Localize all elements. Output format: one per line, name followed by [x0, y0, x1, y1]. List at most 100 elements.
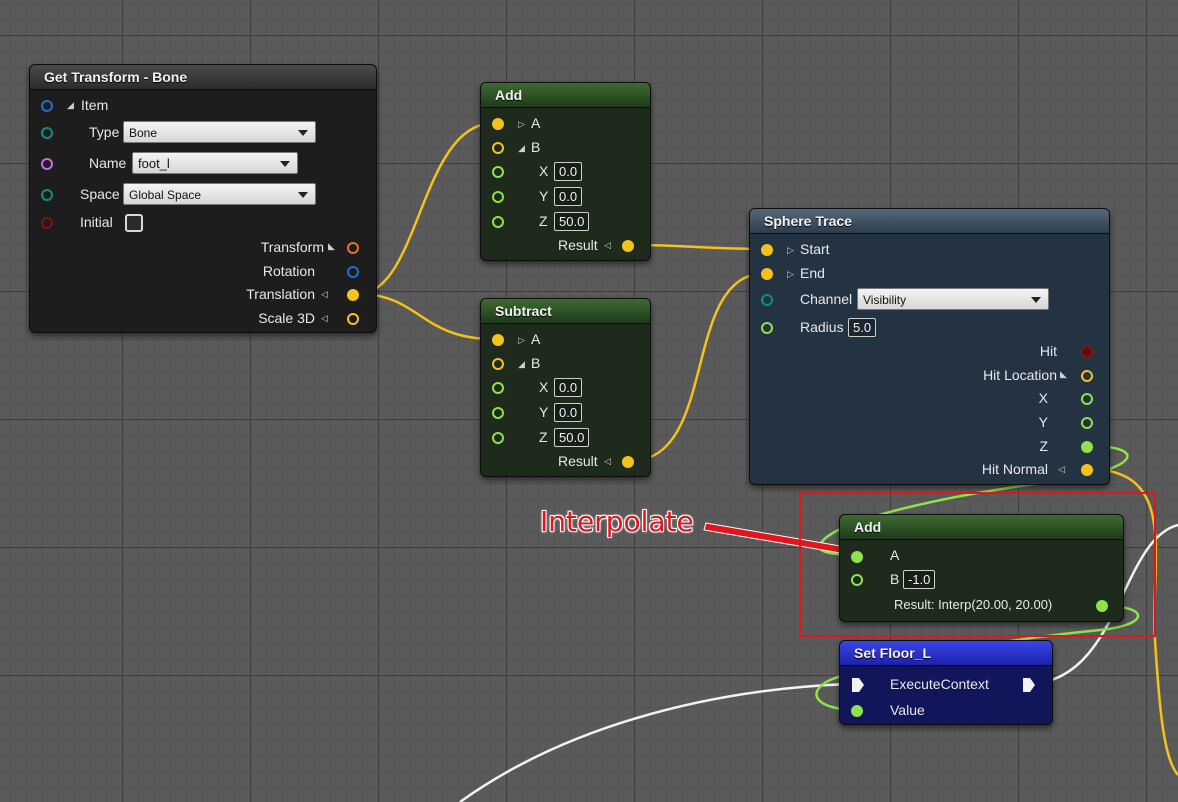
chevron-down-icon: [298, 192, 308, 198]
name-pin[interactable]: [41, 158, 53, 170]
initial-pin[interactable]: [41, 217, 53, 229]
hit-normal-label: Hit Normal: [981, 461, 1048, 477]
x-out-label: X: [1038, 390, 1048, 406]
subtract-vector-node[interactable]: Subtract ▷ A ◢ B X 0.0 Y 0.0 Z 50.0 Resu…: [480, 298, 651, 477]
name-dropdown[interactable]: foot_l: [132, 152, 298, 174]
expand-triangle-icon[interactable]: ◣: [328, 241, 335, 252]
annotation-label: Interpolate: [540, 505, 694, 538]
space-dropdown[interactable]: Global Space: [123, 183, 316, 205]
space-label: Space: [80, 186, 120, 202]
start-pin[interactable]: [761, 244, 773, 256]
b-pin[interactable]: [492, 142, 504, 154]
hit-location-pin[interactable]: [1081, 370, 1093, 382]
space-value: Global Space: [129, 188, 202, 202]
result-pin[interactable]: [622, 456, 634, 468]
chevron-down-icon: [280, 161, 290, 167]
collapse-triangle-icon[interactable]: ◢: [518, 143, 525, 154]
x-pin[interactable]: [492, 382, 504, 394]
a-label: A: [531, 115, 541, 131]
hit-normal-pin[interactable]: [1081, 464, 1093, 476]
x-pin[interactable]: [492, 166, 504, 178]
transform-out-pin[interactable]: [347, 242, 359, 254]
translation-out-label: Translation: [246, 286, 315, 302]
x-value-box[interactable]: 0.0: [554, 162, 583, 181]
hit-label: Hit: [1039, 343, 1057, 359]
a-pin[interactable]: [492, 334, 504, 346]
type-dropdown[interactable]: Bone: [123, 121, 316, 143]
value-pin[interactable]: [851, 705, 863, 717]
item-pin[interactable]: [41, 100, 53, 112]
type-value: Bone: [129, 126, 158, 140]
z-label: Z: [539, 429, 548, 445]
expand-triangle-icon[interactable]: ▷: [787, 269, 794, 280]
collapse-triangle-icon[interactable]: ◁: [604, 240, 611, 251]
hit-pin[interactable]: [1081, 346, 1093, 358]
expand-triangle-icon[interactable]: ▷: [518, 335, 525, 346]
space-pin[interactable]: [41, 189, 53, 201]
channel-dropdown[interactable]: Visibility: [857, 288, 1049, 310]
rotation-out-pin[interactable]: [347, 266, 359, 278]
a-pin[interactable]: [492, 118, 504, 130]
annotation-highlight-box: [799, 492, 1156, 637]
type-pin[interactable]: [41, 127, 53, 139]
node-title: Get Transform - Bone: [30, 65, 376, 90]
node-title: Sphere Trace: [750, 209, 1109, 234]
y-pin[interactable]: [492, 407, 504, 419]
b-label: B: [531, 139, 541, 155]
expand-triangle-icon[interactable]: ▷: [787, 245, 794, 256]
x-value-box[interactable]: 0.0: [554, 378, 583, 397]
exec-in-pin[interactable]: [851, 677, 865, 693]
node-title: Set Floor_L: [840, 641, 1052, 666]
exec-out-pin[interactable]: [1022, 677, 1036, 693]
channel-label: Channel: [800, 291, 853, 307]
radius-pin[interactable]: [761, 322, 773, 334]
collapse-triangle-icon[interactable]: ◁: [604, 456, 611, 467]
z-label: Z: [539, 213, 548, 229]
end-pin[interactable]: [761, 268, 773, 280]
y-value-box[interactable]: 0.0: [554, 403, 583, 422]
transform-out-label: Transform: [260, 239, 324, 255]
translation-out-pin[interactable]: [347, 289, 359, 301]
collapse-triangle-icon[interactable]: ◁: [321, 313, 328, 324]
collapse-triangle-icon[interactable]: ◁: [321, 289, 328, 300]
initial-checkbox[interactable]: [125, 214, 143, 232]
chevron-down-icon: [298, 130, 308, 136]
x-out-pin[interactable]: [1081, 393, 1093, 405]
x-label: X: [539, 163, 549, 179]
result-label: Result: [558, 453, 598, 469]
channel-pin[interactable]: [761, 294, 773, 306]
collapse-triangle-icon[interactable]: ◁: [1058, 464, 1065, 475]
scale-out-label: Scale 3D: [258, 310, 315, 326]
result-pin[interactable]: [622, 240, 634, 252]
set-floor-l-node[interactable]: Set Floor_L ExecuteContext Value: [839, 640, 1053, 725]
z-out-pin[interactable]: [1081, 441, 1093, 453]
z-value-box[interactable]: 50.0: [554, 428, 590, 447]
z-pin[interactable]: [492, 216, 504, 228]
value-label: Value: [890, 702, 925, 718]
b-pin[interactable]: [492, 358, 504, 370]
z-value-box[interactable]: 50.0: [554, 212, 590, 231]
scale-out-pin[interactable]: [347, 313, 359, 325]
z-pin[interactable]: [492, 432, 504, 444]
get-transform-bone-node[interactable]: Get Transform - Bone ◢ Item Type Bone Na…: [29, 64, 377, 333]
sphere-trace-node[interactable]: Sphere Trace ▷ Start ▷ End Channel Visib…: [749, 208, 1110, 485]
hit-location-label: Hit Location: [983, 367, 1057, 383]
collapse-triangle-icon[interactable]: ◢: [518, 359, 525, 370]
wire-translation-to-subtract-a: [357, 292, 495, 341]
y-out-label: Y: [1038, 414, 1048, 430]
exec-wire-bottom: [459, 682, 849, 802]
y-pin[interactable]: [492, 191, 504, 203]
y-out-pin[interactable]: [1081, 417, 1093, 429]
expand-triangle-icon[interactable]: ◢: [67, 100, 74, 111]
collapse-triangle-icon[interactable]: ◣: [1060, 369, 1067, 380]
expand-triangle-icon[interactable]: ▷: [518, 119, 525, 130]
radius-value-box[interactable]: 5.0: [848, 318, 877, 337]
end-label: End: [800, 265, 825, 281]
add-vector-node[interactable]: Add ▷ A ◢ B X 0.0 Y 0.0 Z 50.0 Result ◁: [480, 82, 651, 261]
chevron-down-icon: [1031, 297, 1041, 303]
name-value: foot_l: [138, 156, 170, 171]
node-title: Add: [481, 83, 650, 108]
y-value-box[interactable]: 0.0: [554, 187, 583, 206]
type-label: Type: [89, 124, 120, 140]
radius-label: Radius: [800, 319, 844, 335]
